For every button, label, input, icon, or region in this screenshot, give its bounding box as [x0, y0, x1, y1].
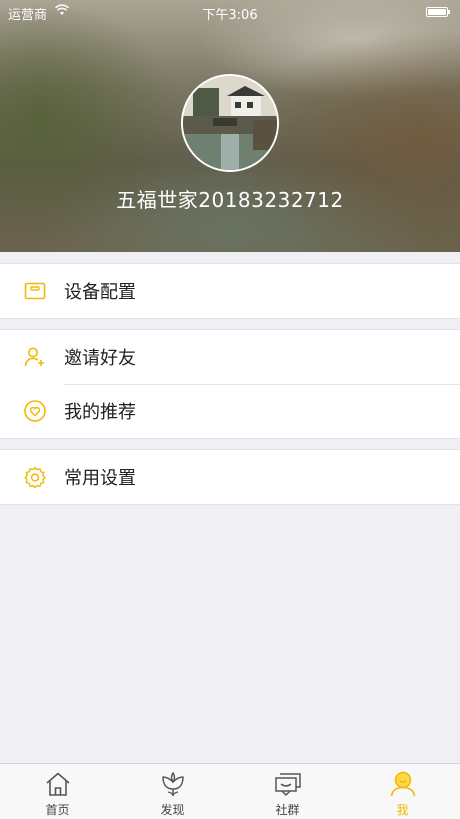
menu-item-label: 设备配置 [64, 282, 136, 303]
community-chat-icon [275, 773, 301, 796]
profile-header: 运营商 下午3:06 五福世家20183232712 [0, 0, 460, 252]
tab-label: 社群 [275, 803, 300, 817]
invite-friend-icon [24, 347, 44, 367]
menu-item-my-recommend[interactable]: 我的推荐 [0, 384, 460, 438]
tab-label: 发现 [160, 803, 185, 817]
tab-community[interactable]: 社群 [230, 764, 345, 819]
avatar[interactable] [181, 74, 279, 172]
home-icon [46, 772, 70, 796]
tab-label: 首页 [45, 803, 70, 817]
menu-group-device: 设备配置 [0, 263, 460, 319]
tab-label: 我 [396, 803, 409, 817]
menu-item-device-config[interactable]: 设备配置 [0, 264, 460, 318]
menu-item-label: 我的推荐 [64, 402, 136, 423]
me-smile-icon [390, 771, 416, 797]
tab-home[interactable]: 首页 [0, 764, 115, 819]
battery-icon [426, 7, 450, 17]
discover-flower-icon [162, 771, 184, 797]
tab-me[interactable]: 我 [345, 764, 460, 819]
menu-group-social: 邀请好友 我的推荐 [0, 329, 460, 439]
menu-item-label: 邀请好友 [64, 348, 136, 369]
menu-item-common-settings[interactable]: 常用设置 [0, 450, 460, 504]
status-time: 下午3:06 [202, 8, 258, 23]
menu-group-settings: 常用设置 [0, 449, 460, 505]
recommend-heart-icon [24, 400, 46, 422]
tab-bar: 首页 发现 社群 我 [0, 763, 460, 819]
status-bar: 运营商 下午3:06 [0, 0, 460, 24]
menu-item-label: 常用设置 [64, 468, 136, 489]
user-nickname: 五福世家20183232712 [116, 188, 344, 212]
gear-icon [24, 466, 46, 489]
tab-discover[interactable]: 发现 [115, 764, 230, 819]
menu-item-invite-friend[interactable]: 邀请好友 [0, 330, 460, 384]
device-config-icon [24, 282, 46, 300]
avatar-photo [183, 76, 277, 170]
